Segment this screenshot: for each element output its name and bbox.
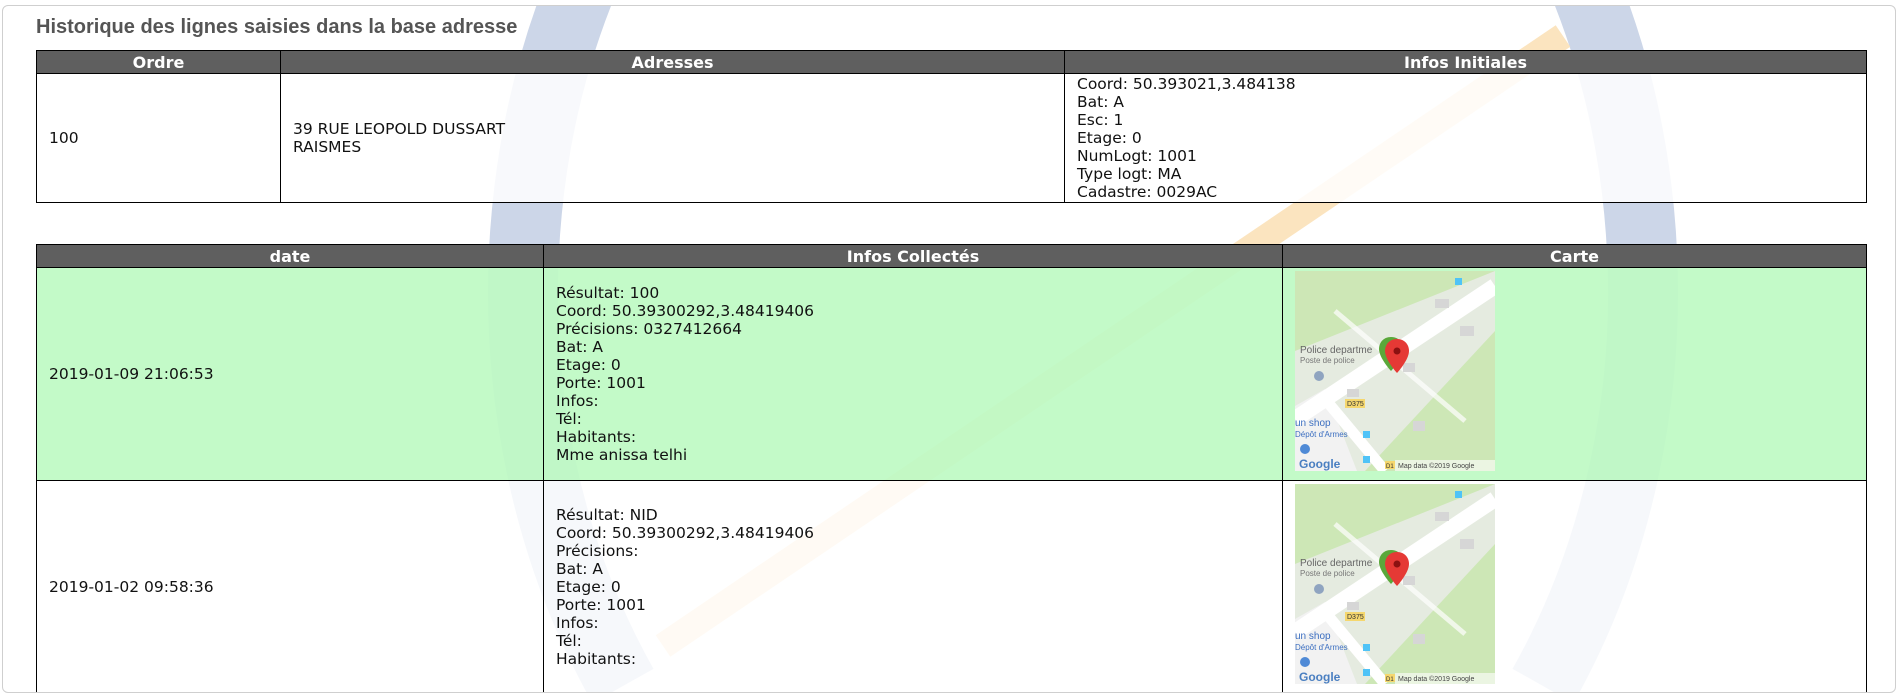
info-line: Esc: 1: [1077, 111, 1124, 129]
info-line: Mme anissa telhi: [556, 446, 688, 464]
info-line: Etage: 0: [556, 356, 621, 374]
table-header-row: date Infos Collectés Carte: [36, 244, 1867, 268]
map-thumbnail[interactable]: Police departme Poste de police D375 un …: [1295, 484, 1495, 684]
info-line: Infos:: [556, 614, 599, 632]
column-header-adresses: Adresses: [280, 50, 1065, 74]
info-line: Bat: A: [1077, 93, 1124, 111]
info-line: Bat: A: [556, 338, 603, 356]
column-header-ordre: Ordre: [36, 50, 281, 74]
map-attribution: Map data ©2019 Google: [1398, 675, 1474, 683]
initial-info-table: Ordre Adresses Infos Initiales 100 39 RU…: [36, 50, 1867, 203]
table-header-row: Ordre Adresses Infos Initiales: [36, 50, 1867, 74]
map-shop-sublabel: Dépôt d'Armes: [1295, 430, 1348, 439]
address-city: RAISMES: [293, 138, 362, 156]
map-road-badge: D375: [1347, 614, 1364, 621]
info-line: Coord: 50.39300292,3.48419406: [556, 302, 815, 320]
map-shop-label: un shop: [1295, 631, 1331, 642]
page-title: Historique des lignes saisies dans la ba…: [36, 16, 518, 38]
info-line: Etage: 0: [1077, 129, 1142, 147]
collected-infos-cell: Résultat: 100 Coord: 50.39300292,3.48419…: [543, 267, 1283, 481]
info-line: Habitants:: [556, 428, 637, 446]
table-row: 2019-01-09 21:06:53 Résultat: 100 Coord:…: [36, 267, 1867, 481]
info-line: Coord: 50.393021,3.484138: [1077, 75, 1296, 93]
map-poi-label: Police departme: [1300, 345, 1373, 356]
date-cell: 2019-01-02 09:58:36: [36, 480, 544, 692]
map-cell: Police departme Poste de police D375 un …: [1282, 480, 1867, 692]
google-logo: Google: [1299, 457, 1341, 471]
info-line: Porte: 1001: [556, 596, 646, 614]
table-row: 100 39 RUE LEOPOLD DUSSART RAISMES Coord…: [36, 73, 1867, 203]
google-logo: Google: [1299, 670, 1341, 684]
column-header-infos-collectes: Infos Collectés: [543, 244, 1283, 268]
info-line: Précisions:: [556, 542, 639, 560]
info-line: Résultat: 100: [556, 284, 660, 302]
info-line: Résultat: NID: [556, 506, 658, 524]
info-line: Infos:: [556, 392, 599, 410]
map-poi-sublabel: Poste de police: [1300, 569, 1355, 578]
map-shop-label: un shop: [1295, 418, 1331, 429]
date-cell: 2019-01-09 21:06:53: [36, 267, 544, 481]
map-attribution: Map data ©2019 Google: [1398, 462, 1474, 470]
info-line: Type logt: MA: [1077, 165, 1182, 183]
map-cell: Police departme Poste de police D375 un …: [1282, 267, 1867, 481]
info-line: Cadastre: 0029AC: [1077, 183, 1218, 201]
map-shop-sublabel: Dépôt d'Armes: [1295, 643, 1348, 652]
address-street: 39 RUE LEOPOLD DUSSART: [293, 120, 506, 138]
info-line: Etage: 0: [556, 578, 621, 596]
address-cell: 39 RUE LEOPOLD DUSSART RAISMES: [280, 73, 1065, 203]
collected-history-table: date Infos Collectés Carte 2019-01-09 21…: [36, 244, 1867, 692]
collected-infos-cell: Résultat: NID Coord: 50.39300292,3.48419…: [543, 480, 1283, 692]
info-line: Coord: 50.39300292,3.48419406: [556, 524, 815, 542]
map-poi-sublabel: Poste de police: [1300, 356, 1355, 365]
info-line: Habitants:: [556, 650, 637, 668]
map-route-badge: D1: [1386, 464, 1394, 470]
map-road-badge: D375: [1347, 401, 1364, 408]
ordre-cell: 100: [36, 73, 281, 203]
info-line: Tél:: [556, 410, 582, 428]
map-thumbnail[interactable]: Police departme Poste de police D375 un …: [1295, 271, 1495, 471]
map-route-badge: D1: [1386, 677, 1394, 683]
page-panel: Historique des lignes saisies dans la ba…: [2, 5, 1896, 693]
info-line: NumLogt: 1001: [1077, 147, 1197, 165]
map-poi-label: Police departme: [1300, 558, 1373, 569]
column-header-infos-initiales: Infos Initiales: [1064, 50, 1867, 74]
info-line: Porte: 1001: [556, 374, 646, 392]
column-header-date: date: [36, 244, 544, 268]
table-row: 2019-01-02 09:58:36 Résultat: NID Coord:…: [36, 480, 1867, 692]
info-line: Bat: A: [556, 560, 603, 578]
info-line: Tél:: [556, 632, 582, 650]
info-line: Précisions: 0327412664: [556, 320, 742, 338]
initial-infos-cell: Coord: 50.393021,3.484138 Bat: A Esc: 1 …: [1064, 73, 1867, 203]
column-header-carte: Carte: [1282, 244, 1867, 268]
